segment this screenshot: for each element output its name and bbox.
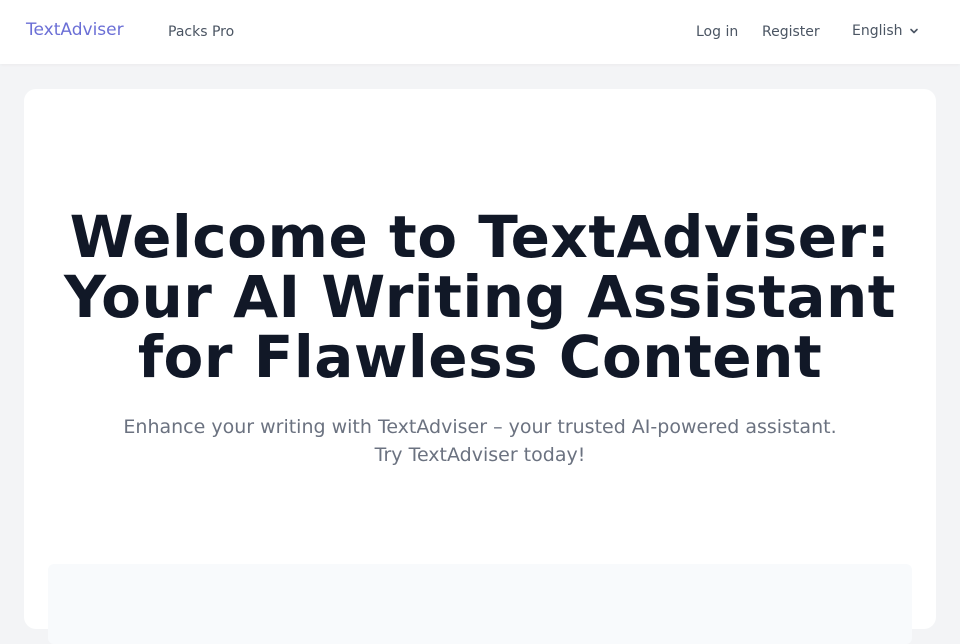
language-selected-label: English — [852, 23, 903, 39]
hero-title-line: for Flawless Content — [137, 323, 823, 391]
hero-card: Welcome to TextAdviser: Your AI Writing … — [24, 89, 936, 644]
hero-subtitle-line: Try TextAdviser today! — [374, 444, 586, 466]
hero-title-line: Welcome to TextAdviser: — [69, 203, 891, 271]
hero-subtitle-line: Enhance your writing with TextAdviser – … — [123, 416, 837, 438]
hero-subtitle: Enhance your writing with TextAdviser – … — [84, 413, 876, 469]
register-link[interactable]: Register — [762, 24, 820, 40]
top-navigation-bar: TextAdviser Packs Pro Log in Register En… — [0, 0, 960, 64]
chevron-down-icon — [909, 28, 918, 34]
hero-title: Welcome to TextAdviser: Your AI Writing … — [24, 207, 936, 387]
hero-title-line: Your AI Writing Assistant — [63, 263, 897, 331]
logo-link[interactable]: TextAdviser — [26, 20, 124, 40]
login-link[interactable]: Log in — [696, 24, 738, 40]
content-panel — [48, 564, 912, 644]
language-selector[interactable]: English — [852, 23, 919, 39]
nav-link-packs-pro[interactable]: Packs Pro — [168, 24, 234, 40]
